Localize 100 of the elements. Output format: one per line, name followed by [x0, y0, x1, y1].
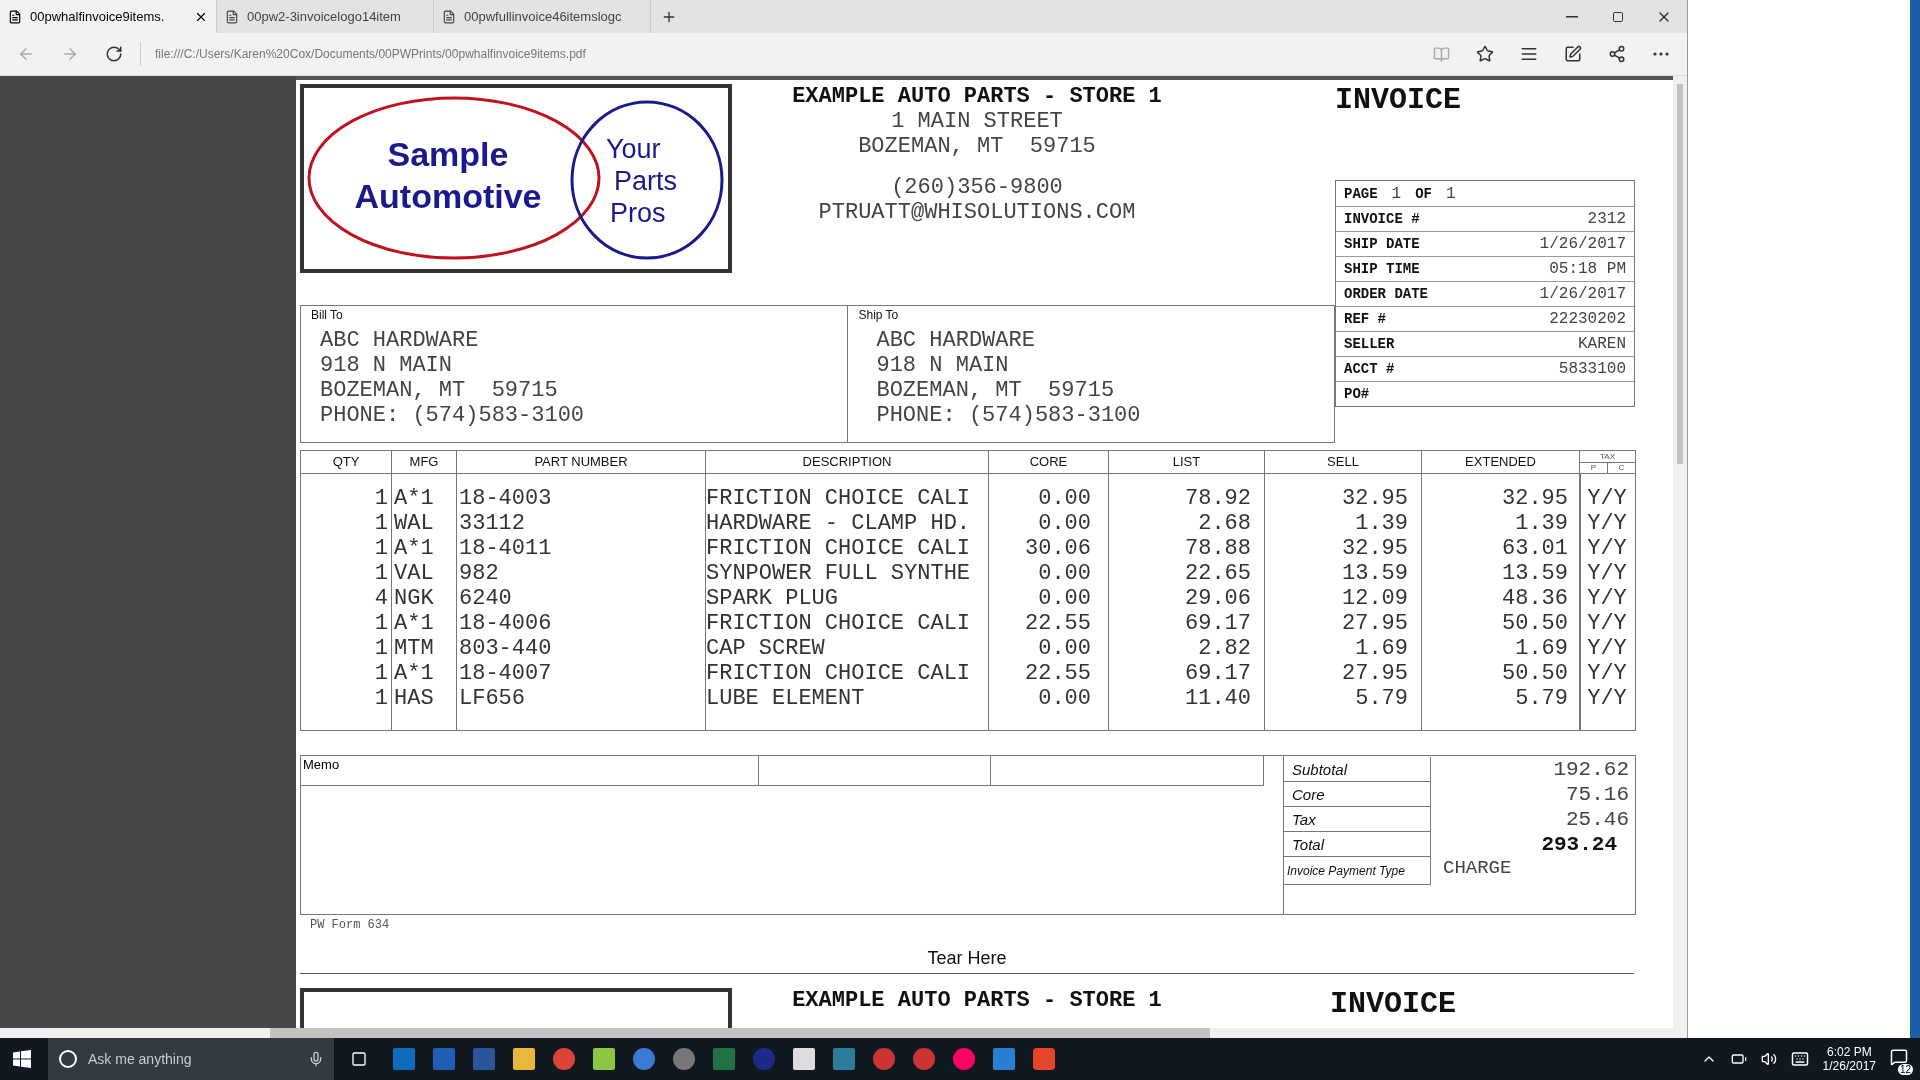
- table-cell: 1.69: [1515, 636, 1568, 661]
- table-cell: FRICTION CHOICE CALI: [706, 661, 971, 686]
- info-label: OF: [1415, 185, 1433, 202]
- table-cell: 0.00: [1038, 636, 1091, 661]
- totals-value: 293.24: [1540, 832, 1618, 858]
- table-cell: Y/Y: [1587, 611, 1627, 636]
- forward-arrow-icon: [61, 45, 79, 63]
- address-line: 918 N MAIN: [320, 353, 453, 378]
- table-cell: 18-4006: [459, 611, 552, 636]
- battery-icon[interactable]: [1730, 1051, 1747, 1067]
- info-value: 05:18 PM: [1549, 260, 1626, 278]
- table-cell: 0.00: [1038, 486, 1091, 511]
- table-cell: 0.00: [1038, 586, 1091, 611]
- app-tile-icon[interactable]: [833, 1048, 855, 1070]
- totals-label: Subtotal: [1284, 757, 1431, 783]
- table-cell: 33112: [459, 511, 525, 536]
- pen-icon: [1564, 45, 1582, 63]
- info-label: SHIP TIME: [1344, 261, 1421, 277]
- app-tile-icon[interactable]: [473, 1048, 495, 1070]
- table-cell: Y/Y: [1587, 661, 1627, 686]
- table-cell: A*1: [394, 611, 434, 636]
- totals-value: 192.62: [1552, 757, 1630, 783]
- app-tile-icon[interactable]: [993, 1048, 1015, 1070]
- app-tile-icon[interactable]: [393, 1048, 415, 1070]
- table-cell: 1: [374, 536, 388, 561]
- table-cell: 982: [459, 561, 499, 586]
- table-cell: 1: [374, 636, 388, 661]
- pdf-file-icon: [442, 9, 456, 24]
- info-value: 5833100: [1558, 360, 1626, 378]
- totals-value: 25.46: [1565, 807, 1630, 833]
- table-cell: VAL: [394, 561, 434, 586]
- search-field[interactable]: Ask me anything: [48, 1038, 334, 1080]
- column-header: EXTENDED: [1422, 451, 1580, 473]
- table-cell: 30.06: [1025, 536, 1091, 561]
- table-cell: 27.95: [1342, 661, 1408, 686]
- info-value: 1/26/2017: [1539, 285, 1626, 303]
- table-cell: 0.00: [1038, 686, 1091, 711]
- info-label: SELLER: [1344, 336, 1396, 352]
- app-tile-icon[interactable]: [513, 1048, 535, 1070]
- info-label: PO#: [1344, 386, 1371, 402]
- app-tile-icon[interactable]: [593, 1048, 615, 1070]
- table-cell: Y/Y: [1587, 511, 1627, 536]
- totals-label: Total: [1284, 832, 1431, 858]
- table-cell: 5.79: [1515, 686, 1568, 711]
- task-view-icon: [351, 1051, 367, 1067]
- app-tile-icon[interactable]: [713, 1048, 735, 1070]
- app-tile-icon[interactable]: [433, 1048, 455, 1070]
- address-field[interactable]: file:///C:/Users/Karen%20Cox/Documents/00PWPrints/00pwhalfinvoice9items.pdf: [140, 42, 1415, 66]
- info-label: ACCT #: [1344, 361, 1396, 377]
- app-tile-icon[interactable]: [793, 1048, 815, 1070]
- table-cell: 1: [374, 686, 388, 711]
- app-tile-icon[interactable]: [913, 1048, 935, 1070]
- table-cell: 48.36: [1502, 586, 1568, 611]
- store-name: EXAMPLE AUTO PARTS - STORE 1: [792, 988, 1162, 1013]
- table-cell: CAP SCREW: [706, 636, 825, 661]
- column-header: SELL: [1265, 451, 1422, 473]
- table-cell: 6240: [459, 586, 512, 611]
- payment-type-value: CHARGE: [1442, 857, 1512, 882]
- tear-here-label: Tear Here: [300, 948, 1634, 974]
- info-label: REF #: [1344, 311, 1387, 327]
- app-tile-icon[interactable]: [953, 1048, 975, 1070]
- table-cell: 18-4011: [459, 536, 552, 561]
- pdf-file-icon: [8, 9, 22, 24]
- store-contact: PTRUATT@WHISOLUTIONS.COM: [818, 200, 1136, 225]
- pdf-file-icon: [225, 9, 239, 24]
- form-id: PW Form 634: [309, 918, 391, 932]
- app-tile-icon[interactable]: [633, 1048, 655, 1070]
- address-line: BOZEMAN, MT 59715: [320, 378, 558, 403]
- table-cell: 32.95: [1342, 536, 1408, 561]
- table-cell: 0.00: [1038, 511, 1091, 536]
- app-tile-icon[interactable]: [753, 1048, 775, 1070]
- store-address: 1 MAIN STREET: [891, 109, 1063, 134]
- totals-value: 75.16: [1565, 782, 1630, 808]
- volume-icon[interactable]: [1760, 1051, 1777, 1067]
- keyboard-icon[interactable]: [1790, 1050, 1809, 1068]
- table-cell: 78.92: [1185, 486, 1251, 511]
- table-cell: 1.39: [1355, 511, 1408, 536]
- info-label: INVOICE #: [1344, 211, 1421, 227]
- table-cell: 1: [374, 661, 388, 686]
- table-cell: 803-440: [459, 636, 552, 661]
- app-tile-icon[interactable]: [553, 1048, 575, 1070]
- clock-time: 6:02 PM: [1826, 1045, 1872, 1059]
- info-value: 1: [1391, 184, 1402, 203]
- totals-label: Core: [1284, 782, 1431, 808]
- table-cell: FRICTION CHOICE CALI: [706, 486, 971, 511]
- table-cell: Y/Y: [1587, 561, 1627, 586]
- table-cell: 69.17: [1185, 661, 1251, 686]
- microphone-icon: [308, 1051, 324, 1067]
- column-header: C: [1617, 463, 1626, 473]
- app-tile-icon[interactable]: [873, 1048, 895, 1070]
- browser-tab[interactable]: 00pwhalfinvoice9items.: [0, 0, 217, 33]
- table-cell: Y/Y: [1587, 586, 1627, 611]
- table-cell: Y/Y: [1587, 636, 1627, 661]
- invoice-title: INVOICE: [1330, 988, 1457, 1023]
- info-value: 2312: [1587, 210, 1626, 228]
- notification-icon[interactable]: [1890, 1048, 1908, 1066]
- cortana-circle-icon: [58, 1049, 78, 1069]
- store-address: BOZEMAN, MT 59715: [858, 134, 1096, 159]
- app-tile-icon[interactable]: [1033, 1048, 1055, 1070]
- app-tile-icon[interactable]: [673, 1048, 695, 1070]
